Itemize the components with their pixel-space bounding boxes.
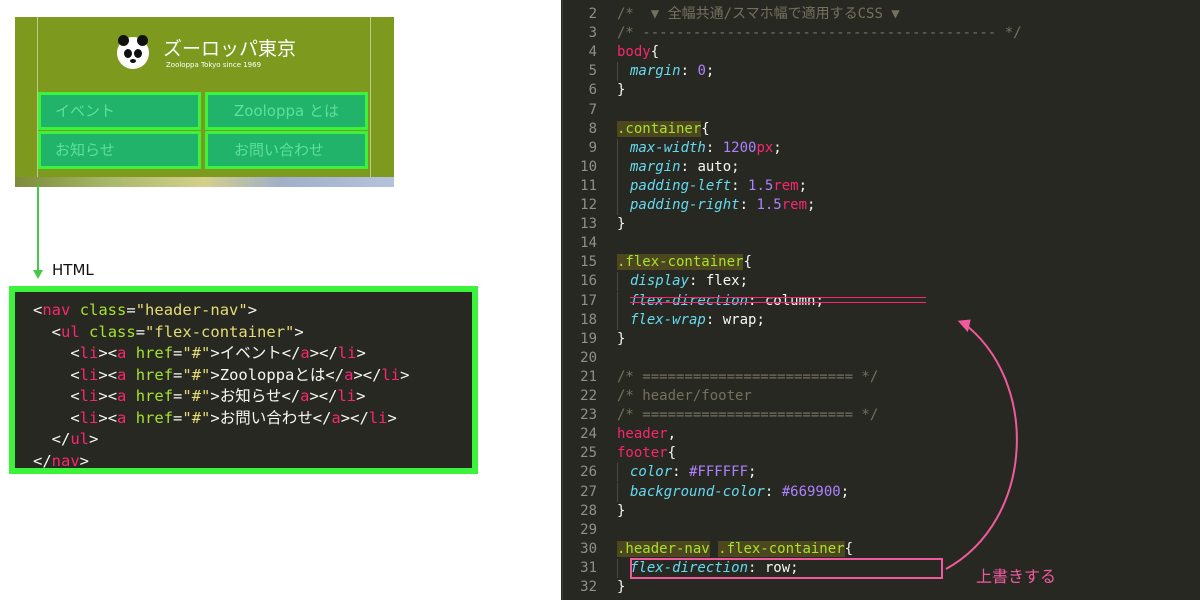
css-code-line: 7 <box>588 101 597 118</box>
css-code-line: 21/* ========================= */ <box>580 368 879 385</box>
css-code-line: 23/* ========================= */ <box>580 407 879 424</box>
css-code-line: 30 .header-nav .flex-container{ <box>580 540 854 557</box>
css-code-line: 32} <box>580 579 626 595</box>
css-code-line: 14 <box>580 235 597 252</box>
css-code-line: 9 max-width: 1200px; <box>588 138 782 158</box>
css-code-line: 4 body{ <box>588 44 660 61</box>
html-code-line: <li><a href="#">お知らせ</a></li> <box>70 387 366 405</box>
html-code-line: <ul class="flex-container"> <box>51 322 304 341</box>
css-code-line: 24 header, <box>580 426 677 443</box>
html-code-line: <li><a href="#">Zooloppaとは</a></li> <box>70 365 410 384</box>
panda-logo-icon <box>117 35 149 69</box>
arrow-down-icon <box>33 270 43 279</box>
css-code-line: 18 flex-wrap: wrap; <box>580 310 765 330</box>
css-code-line: 29 <box>580 521 597 538</box>
css-code-line: 3/* ------------------------------------… <box>588 25 1022 42</box>
css-code-line: 8 .container{ <box>588 120 710 137</box>
html-code-line: </nav> <box>33 451 90 470</box>
html-code-block: <nav class="header-nav"> <ul class="flex… <box>9 286 478 474</box>
css-code-line: 16 display: flex; <box>580 272 749 292</box>
nav-item-contact[interactable]: お問い合わせ <box>205 131 368 169</box>
html-code-line: <li><a href="#">お問い合わせ</a></li> <box>70 408 397 427</box>
overwrite-annotation: 上書きする <box>976 567 1057 586</box>
css-code-line: 20 <box>580 349 597 366</box>
css-code-line: 11 padding-left: 1.5rem; <box>580 176 808 196</box>
html-label: HTML <box>52 261 94 279</box>
css-code-line: 5 margin: 0; <box>588 62 715 82</box>
css-code-line: 26 color: #FFFFFF; <box>580 463 757 483</box>
html-code-line: <nav class="header-nav"> <box>33 301 258 319</box>
css-code-line: 15 .flex-container{ <box>580 254 752 271</box>
css-code-line: 12 padding-right: 1.5rem; <box>580 196 816 215</box>
css-code-line: 6} <box>588 82 626 99</box>
nav-item-news[interactable]: お知らせ <box>38 131 201 169</box>
css-code-line: 25 footer{ <box>580 445 677 462</box>
strikethrough-mark <box>630 297 926 303</box>
connector-line <box>37 185 39 270</box>
override-highlight-box <box>630 558 943 579</box>
css-code-line: 19} <box>580 330 626 347</box>
header-preview: ズーロッパ東京 Zooloppa Tokyo since 1969 イベント Z… <box>15 17 394 187</box>
css-code-line: 28} <box>580 502 626 519</box>
nav-item-about[interactable]: Zooloppa とは <box>205 92 368 130</box>
css-code-line: 13} <box>580 216 626 233</box>
html-code-line: </ul> <box>51 430 99 448</box>
css-code-line: 10 margin: auto; <box>580 157 740 177</box>
css-code-line: 22/* header/footer <box>580 388 752 404</box>
site-subtitle: Zooloppa Tokyo since 1969 <box>166 61 262 69</box>
css-code-line: 2/* ▼ 全幅共通/スマホ幅で適用するCSS ▼ <box>588 6 900 22</box>
html-code-line: <li><a href="#">イベント</a></li> <box>70 344 366 362</box>
site-title: ズーロッパ東京 <box>163 38 297 60</box>
container-guide-right <box>370 17 371 177</box>
nav-item-event[interactable]: イベント <box>38 92 201 130</box>
hero-image-strip <box>15 177 394 187</box>
css-code-line: 27 background-color: #669900; <box>580 482 850 502</box>
